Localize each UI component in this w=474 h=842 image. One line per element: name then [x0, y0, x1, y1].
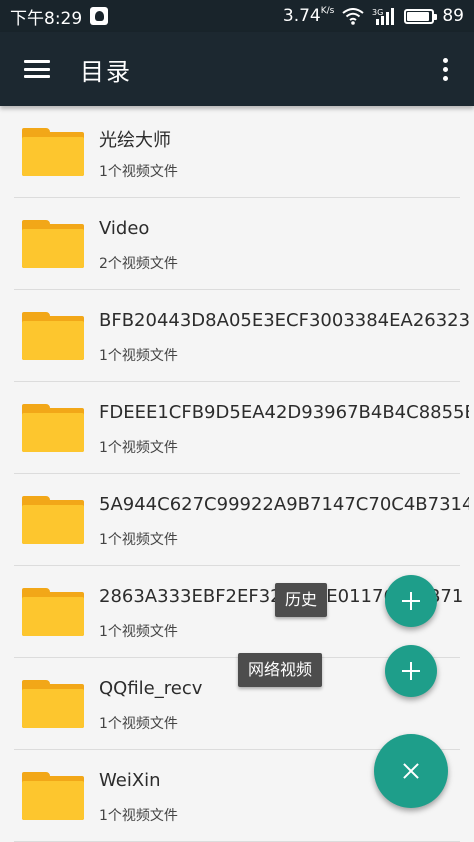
- battery-icon: [404, 8, 438, 24]
- folder-name: FDEEE1CFB9D5EA42D93967B4B4C8855B: [99, 402, 469, 423]
- folder-icon: [22, 680, 84, 728]
- plus-icon: [402, 592, 420, 610]
- plus-icon: [402, 662, 420, 680]
- folder-list: 光绘大师 1个视频文件 Video 2个视频文件 BFB20443D8A05E3ECF3…: [0, 106, 474, 842]
- list-item[interactable]: FDEEE1CFB9D5EA42D93967B4B4C8855B 1个视频文件: [14, 382, 469, 474]
- list-item[interactable]: 5A944C627C99922A9B7147C70C4B7314 1个视频文件: [14, 474, 469, 566]
- folder-icon: [22, 128, 84, 176]
- hamburger-menu-icon: [24, 60, 50, 78]
- folder-icon: [22, 220, 84, 268]
- video-count: 2个视频文件: [99, 256, 178, 272]
- more-vert-icon: [442, 57, 448, 81]
- status-bar: 下午8:29 3.74K/s 3G 89: [0, 0, 474, 32]
- wifi-icon: [342, 7, 364, 25]
- folder-name: Video: [99, 218, 150, 239]
- page-title: 目录: [80, 57, 132, 86]
- video-count: 1个视频文件: [99, 164, 178, 180]
- folder-icon: [22, 772, 84, 820]
- network-speed: 3.74K/s: [282, 6, 335, 26]
- main-fab-close[interactable]: [374, 734, 448, 808]
- video-count: 1个视频文件: [99, 624, 178, 640]
- folder-name: 光绘大师: [99, 130, 171, 151]
- history-fab[interactable]: [385, 575, 437, 627]
- list-item[interactable]: Video 2个视频文件: [14, 198, 460, 290]
- overflow-menu-button[interactable]: [416, 32, 474, 106]
- folder-name: 5A944C627C99922A9B7147C70C4B7314: [99, 494, 469, 515]
- notification-icon: [90, 7, 109, 25]
- status-time: 下午8:29: [10, 8, 83, 29]
- folder-icon: [22, 588, 84, 636]
- battery-percent: 89: [442, 6, 464, 26]
- video-count: 1个视频文件: [99, 808, 178, 824]
- close-icon: [397, 757, 425, 785]
- history-label[interactable]: 历史: [275, 583, 328, 617]
- network-video-fab[interactable]: [385, 645, 437, 697]
- list-item[interactable]: 光绘大师 1个视频文件: [14, 106, 460, 198]
- video-count: 1个视频文件: [99, 348, 178, 364]
- video-count: 1个视频文件: [99, 716, 178, 732]
- folder-icon: [22, 496, 84, 544]
- menu-button[interactable]: [0, 32, 74, 106]
- network-video-label[interactable]: 网络视频: [238, 653, 323, 687]
- svg-text:3G: 3G: [372, 8, 383, 17]
- folder-icon: [22, 312, 84, 360]
- folder-name: BFB20443D8A05E3ECF3003384EA26323: [99, 310, 469, 331]
- app-toolbar: 目录: [0, 32, 474, 106]
- video-count: 1个视频文件: [99, 532, 178, 548]
- signal-3g-icon: 3G: [372, 8, 395, 25]
- video-count: 1个视频文件: [99, 440, 178, 456]
- list-item[interactable]: BFB20443D8A05E3ECF3003384EA26323 1个视频文件: [14, 290, 469, 382]
- folder-icon: [22, 404, 84, 452]
